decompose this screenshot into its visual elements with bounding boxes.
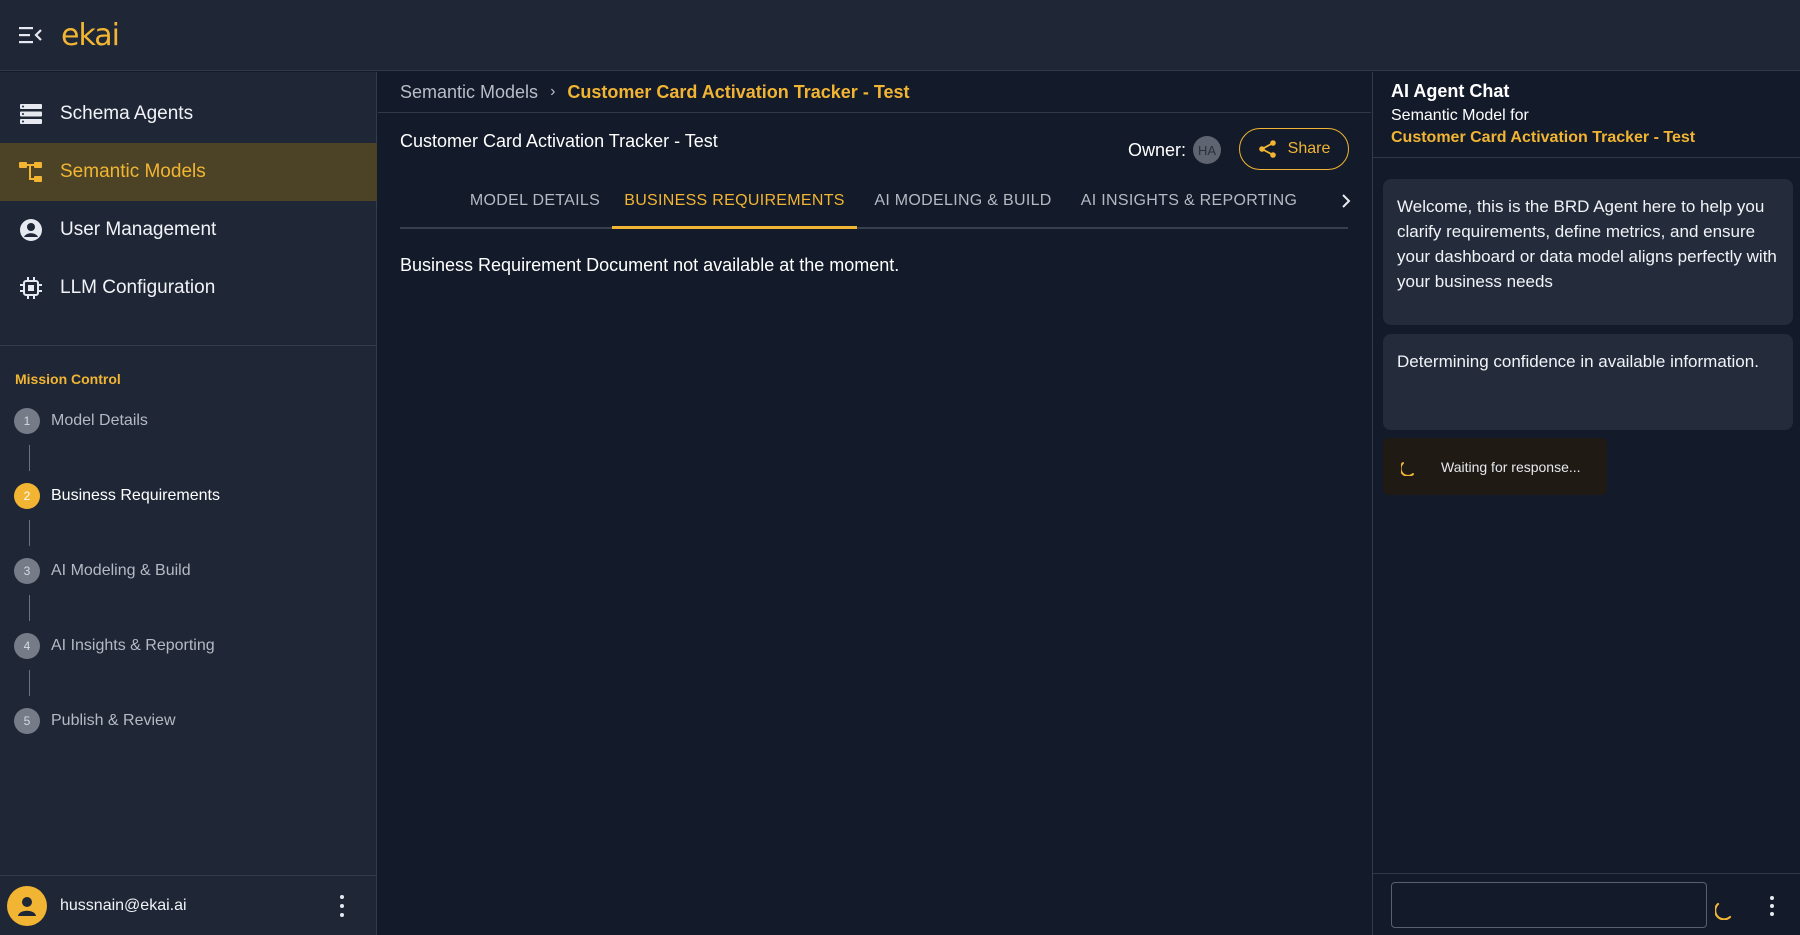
breadcrumb: Semantic Models › Customer Card Activati… [378, 72, 1371, 113]
step-ai-modeling-build[interactable]: 3 AI Modeling & Build [14, 558, 191, 584]
sidebar: Schema Agents Semantic Models User Manag… [0, 72, 377, 935]
brd-empty-message: Business Requirement Document not availa… [400, 255, 900, 275]
avatar[interactable] [7, 885, 47, 926]
person-icon [18, 896, 36, 916]
sidebar-item-llm-configuration[interactable]: LLM Configuration [0, 259, 377, 317]
step-number: 1 [14, 408, 40, 434]
hierarchy-icon [18, 159, 44, 185]
waiting-text: Waiting for response... [1441, 458, 1581, 475]
mission-control-title: Mission Control [15, 371, 121, 387]
top-bar: ekai [0, 0, 1800, 71]
chevron-right-icon[interactable] [1336, 172, 1356, 229]
user-menu-kebab-icon[interactable] [337, 894, 347, 917]
breadcrumb-chevron-icon: › [550, 83, 556, 100]
chip-icon [18, 275, 44, 301]
user-footer: hussnain@ekai.ai [0, 875, 377, 935]
step-label: AI Insights & Reporting [51, 637, 215, 654]
chat-header: AI Agent Chat Semantic Model for Custome… [1373, 72, 1800, 158]
sidebar-item-label: Schema Agents [60, 103, 194, 124]
sidebar-item-label: LLM Configuration [60, 277, 216, 298]
tab-model-details[interactable]: MODEL DETAILS [445, 172, 625, 229]
chat-message-input[interactable] [1391, 882, 1707, 928]
chat-title: AI Agent Chat [1391, 81, 1510, 101]
main-content: Semantic Models › Customer Card Activati… [378, 72, 1371, 935]
sidebar-item-schema-agents[interactable]: Schema Agents [0, 85, 377, 143]
step-model-details[interactable]: 1 Model Details [14, 408, 148, 434]
chat-message: Welcome, this is the BRD Agent here to h… [1383, 179, 1793, 325]
owner: Owner: HA [1128, 136, 1222, 164]
sidebar-item-label: User Management [60, 219, 217, 240]
step-connector [29, 520, 30, 546]
step-publish-review[interactable]: 5 Publish & Review [14, 708, 176, 734]
list-icon [18, 101, 44, 127]
step-number: 3 [14, 558, 40, 584]
ekai-logo: ekai [61, 17, 120, 53]
step-number: 4 [14, 633, 40, 659]
ai-agent-chat-panel: AI Agent Chat Semantic Model for Custome… [1372, 72, 1800, 935]
menu-collapse-icon[interactable] [19, 25, 43, 45]
sidebar-item-semantic-models[interactable]: Semantic Models [0, 143, 377, 201]
tab-business-requirements[interactable]: BUSINESS REQUIREMENTS [612, 172, 857, 229]
share-icon [1258, 140, 1276, 158]
breadcrumb-current: Customer Card Activation Tracker - Test [567, 81, 910, 102]
chat-model-name: Customer Card Activation Tracker - Test [1391, 129, 1696, 146]
share-button[interactable]: Share [1239, 128, 1349, 170]
user-email: hussnain@ekai.ai [60, 896, 187, 914]
step-label: Model Details [51, 412, 148, 429]
tab-ai-modeling-build[interactable]: AI MODELING & BUILD [857, 172, 1069, 229]
step-label: Business Requirements [51, 487, 220, 504]
chat-subtitle: Semantic Model for [1391, 107, 1529, 124]
step-number: 5 [14, 708, 40, 734]
page-title: Customer Card Activation Tracker - Test [400, 131, 718, 151]
owner-avatar[interactable]: HA [1193, 136, 1222, 164]
step-business-requirements[interactable]: 2 Business Requirements [14, 483, 220, 509]
chat-menu-kebab-icon[interactable] [1767, 896, 1777, 916]
step-connector [29, 445, 30, 471]
share-button-label: Share [1287, 140, 1331, 157]
active-tab-indicator [612, 226, 857, 229]
step-connector [29, 670, 30, 696]
spinner-icon [1715, 902, 1732, 920]
step-label: AI Modeling & Build [51, 562, 191, 579]
step-connector [29, 595, 30, 621]
chat-footer [1373, 873, 1800, 935]
sidebar-divider [0, 345, 377, 346]
waiting-indicator: Waiting for response... [1383, 438, 1607, 495]
chat-message: Determining confidence in available info… [1383, 334, 1793, 430]
tab-bar: MODEL DETAILS BUSINESS REQUIREMENTS AI M… [400, 172, 1351, 229]
spinner-icon [1401, 462, 1414, 476]
owner-label: Owner: [1128, 139, 1187, 160]
tab-ai-insights-reporting[interactable]: AI INSIGHTS & REPORTING [1069, 172, 1309, 229]
step-number: 2 [14, 483, 40, 509]
step-ai-insights-reporting[interactable]: 4 AI Insights & Reporting [14, 633, 215, 659]
sidebar-item-label: Semantic Models [60, 161, 206, 182]
step-label: Publish & Review [51, 712, 176, 729]
breadcrumb-semantic-models[interactable]: Semantic Models [400, 82, 538, 103]
sidebar-item-user-management[interactable]: User Management [0, 201, 377, 259]
user-circle-icon [18, 217, 44, 243]
